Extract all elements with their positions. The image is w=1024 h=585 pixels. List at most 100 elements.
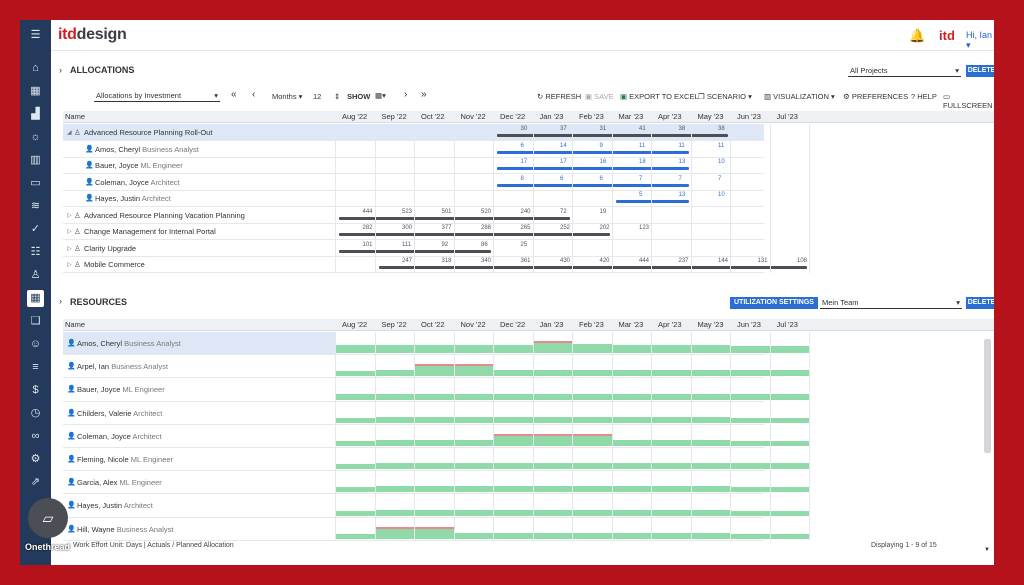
allocation-bar[interactable]	[339, 249, 491, 253]
utilization-bar[interactable]	[770, 393, 809, 400]
last-page-icon[interactable]: »	[421, 89, 427, 100]
utilization-bar[interactable]	[573, 393, 612, 400]
utilization-bar[interactable]	[336, 371, 375, 377]
utilization-bar[interactable]	[652, 486, 691, 493]
utilization-bar[interactable]	[494, 435, 533, 446]
project-name[interactable]: Mobile Commerce	[84, 260, 145, 269]
utilization-bar[interactable]	[494, 486, 533, 493]
utilization-bar[interactable]	[494, 416, 533, 423]
utilization-bar[interactable]	[573, 509, 612, 516]
utilization-bar[interactable]	[691, 370, 730, 377]
utilization-bar[interactable]	[415, 393, 454, 400]
refresh-button[interactable]: ↻ REFRESH	[537, 92, 581, 101]
utilization-bar[interactable]	[336, 393, 375, 400]
user-menu[interactable]: Hi, Ian ▾	[966, 30, 994, 51]
units-select[interactable]: Months ▾	[272, 92, 302, 101]
project-name[interactable]: Advanced Resource Planning Roll-Out	[84, 128, 212, 137]
utilization-bar[interactable]	[770, 463, 809, 470]
utilization-bar[interactable]	[375, 439, 414, 446]
utilization-bar[interactable]	[612, 532, 651, 539]
visualization-button[interactable]: ▥ VISUALIZATION ▾	[764, 92, 835, 101]
collapse-triangle-icon[interactable]: ◢	[67, 129, 72, 136]
utilization-bar[interactable]	[691, 416, 730, 423]
view-select[interactable]: Allocations by Investment ▾	[94, 90, 220, 102]
people-icon[interactable]: ☺	[27, 336, 44, 353]
utilization-bar[interactable]	[573, 463, 612, 470]
utilization-bar[interactable]	[533, 509, 572, 516]
utilization-bar[interactable]	[770, 533, 809, 539]
save-button[interactable]: ▣ SAVE	[585, 92, 614, 101]
utilization-bar[interactable]	[612, 439, 651, 446]
utilization-bar[interactable]	[375, 344, 414, 354]
month-header[interactable]: Jun '23	[737, 111, 761, 123]
utilization-bar[interactable]	[731, 533, 770, 539]
utilization-bar[interactable]	[691, 344, 730, 354]
utilization-bar[interactable]	[454, 439, 493, 446]
project-filter-select[interactable]: All Projects ▾	[848, 65, 961, 77]
resource-name[interactable]: Coleman, Joyce Architect	[95, 178, 180, 187]
utilization-bar[interactable]	[375, 509, 414, 516]
name-column-header[interactable]: Name	[65, 111, 85, 123]
utilization-bar[interactable]	[612, 393, 651, 400]
month-header[interactable]: Oct '22	[421, 319, 445, 331]
home-icon[interactable]: ⌂	[27, 60, 44, 77]
utilization-bar[interactable]	[573, 370, 612, 377]
month-header[interactable]: May '23	[698, 319, 724, 331]
utilization-bar[interactable]	[691, 532, 730, 539]
utilization-bar[interactable]	[375, 486, 414, 493]
month-header[interactable]: Dec '22	[500, 319, 525, 331]
settings-icon[interactable]: ⚙	[27, 451, 44, 468]
hierarchy-icon[interactable]: ♙	[27, 267, 44, 284]
scenario-button[interactable]: ❐ SCENARIO ▾	[698, 92, 752, 101]
next-page-icon[interactable]: ›	[404, 89, 407, 100]
preferences-button[interactable]: ⚙ PREFERENCES	[843, 92, 908, 101]
utilization-bar[interactable]	[573, 532, 612, 539]
utilization-bar[interactable]	[731, 346, 770, 354]
link-icon[interactable]: ∞	[27, 428, 44, 445]
month-header[interactable]: Mar '23	[619, 319, 644, 331]
utilization-bar[interactable]	[731, 510, 770, 516]
utilization-bar[interactable]	[336, 464, 375, 470]
utilization-bar[interactable]	[731, 440, 770, 446]
utilization-bar[interactable]	[612, 416, 651, 423]
utilization-bar[interactable]	[454, 366, 493, 377]
month-header[interactable]: Aug '22	[342, 111, 367, 123]
utilization-bar[interactable]	[533, 532, 572, 539]
month-header[interactable]: Jun '23	[737, 319, 761, 331]
month-header[interactable]: Feb '23	[579, 111, 604, 123]
month-header[interactable]: Dec '22	[500, 111, 525, 123]
utilization-bar[interactable]	[454, 486, 493, 493]
app-logo[interactable]: itddesign	[58, 26, 127, 44]
utilization-bar[interactable]	[612, 463, 651, 470]
utilization-bar[interactable]	[731, 463, 770, 470]
utilization-bar[interactable]	[454, 532, 493, 539]
utilization-bar[interactable]	[336, 487, 375, 493]
month-header[interactable]: Jan '23	[540, 111, 564, 123]
expand-triangle-icon[interactable]: ▷	[67, 212, 72, 219]
allocation-bar[interactable]	[497, 167, 689, 170]
utilization-bar[interactable]	[533, 486, 572, 493]
export-excel-button[interactable]: ▣ EXPORT TO EXCEL	[620, 92, 699, 101]
count-stepper-icon[interactable]: ⇕	[334, 92, 340, 101]
utilization-bar[interactable]	[533, 370, 572, 377]
month-header[interactable]: Apr '23	[658, 319, 682, 331]
utilization-bar[interactable]	[494, 532, 533, 539]
utilization-bar[interactable]	[415, 486, 454, 493]
utilization-bar[interactable]	[494, 344, 533, 354]
utilization-bar[interactable]	[336, 533, 375, 539]
calendar-icon[interactable]: ▦	[27, 290, 44, 307]
chart-icon[interactable]: ▟	[27, 106, 44, 123]
utilization-bar[interactable]	[691, 486, 730, 493]
utilization-bar[interactable]	[573, 344, 612, 354]
utilization-bar[interactable]	[770, 370, 809, 377]
utilization-bar[interactable]	[494, 393, 533, 400]
resource-name[interactable]: Hill, Wayne Business Analyst	[77, 525, 173, 534]
count-input[interactable]: 12	[313, 92, 321, 101]
allocation-bar[interactable]	[497, 150, 689, 154]
utilization-bar[interactable]	[494, 370, 533, 377]
utilization-bar[interactable]	[731, 487, 770, 493]
utilization-bar[interactable]	[494, 509, 533, 516]
utilization-bar[interactable]	[375, 416, 414, 423]
month-header[interactable]: Aug '22	[342, 319, 367, 331]
utilization-bar[interactable]	[770, 346, 809, 354]
